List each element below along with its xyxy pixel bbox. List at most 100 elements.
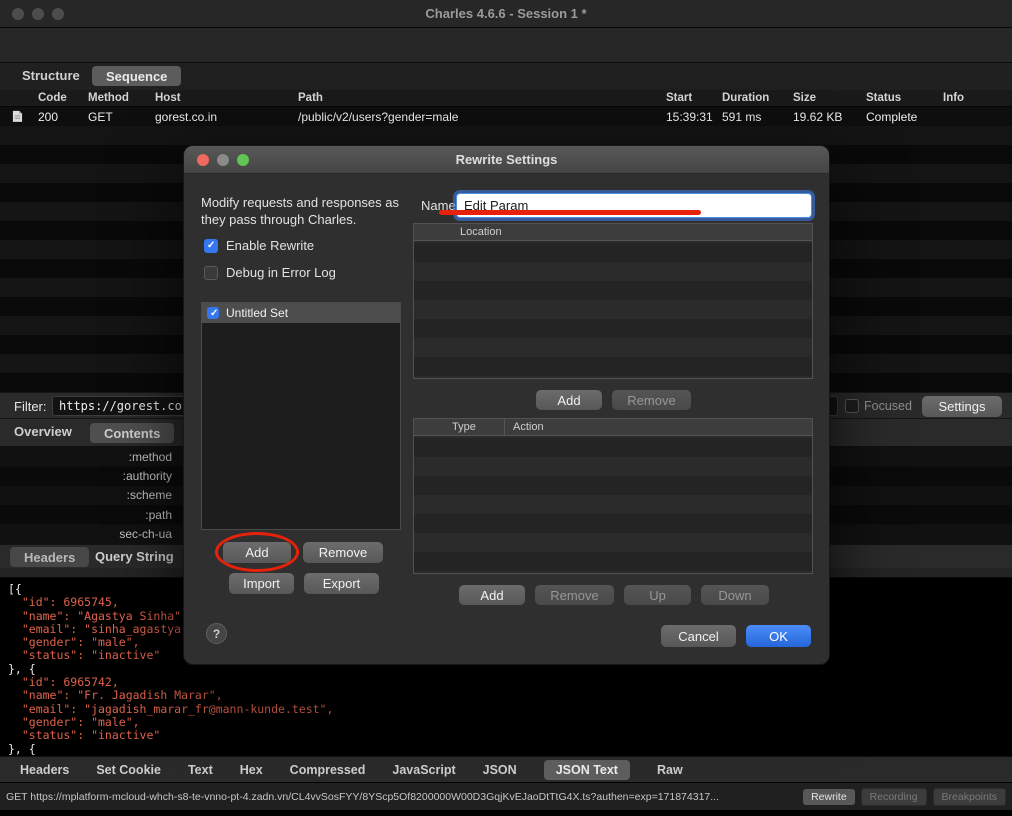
column-header-status[interactable]: Status [866,92,901,104]
rule-remove-button[interactable]: Remove [535,585,614,605]
tab-contents[interactable]: Contents [90,423,175,443]
tab-text[interactable]: Text [188,763,213,777]
help-button[interactable]: ? [206,623,227,644]
cell-status: Complete [866,110,918,124]
type-column-header: Type [414,419,505,435]
column-header-host[interactable]: Host [155,92,181,104]
import-button[interactable]: Import [229,573,294,594]
dialog-titlebar[interactable]: Rewrite Settings [184,146,829,174]
name-input[interactable] [456,193,812,218]
location-panel-header: Location [414,224,812,241]
window-titlebar: Charles 4.6.6 - Session 1 * [0,0,1012,28]
cancel-button[interactable]: Cancel [661,625,736,647]
response-tab-bar: Headers Set Cookie Text Hex Compressed J… [0,756,1012,782]
column-header-duration[interactable]: Duration [722,92,769,104]
json-line: "id": 6965742, [8,675,119,690]
tab-structure[interactable]: Structure [22,68,80,83]
debug-error-log-checkbox[interactable] [204,266,218,280]
column-header-code[interactable]: Code [38,92,67,104]
export-button[interactable]: Export [304,573,379,594]
dialog-zoom-icon[interactable] [237,154,249,166]
column-header-info[interactable]: Info [943,92,964,104]
status-request-url: GET https://mplatform-mcloud-whch-s8-te-… [6,790,720,803]
focused-checkbox[interactable] [845,399,859,413]
status-breakpoints-button[interactable]: Breakpoints [932,787,1006,806]
cell-duration: 591 ms [722,110,762,124]
tab-response-headers[interactable]: Headers [20,763,69,777]
header-name: sec-ch-ua [119,527,172,542]
column-header-path[interactable]: Path [298,92,323,104]
cell-start: 15:39:31 [666,110,713,124]
ok-button[interactable]: OK [746,625,811,647]
window-traffic-lights[interactable] [12,8,64,20]
set-enabled-checkbox[interactable] [207,307,219,319]
focused-label: Focused [864,399,912,413]
header-name: :scheme [126,488,172,503]
tab-query-string[interactable]: Query String [95,549,174,564]
dialog-minimize-icon[interactable] [217,154,229,166]
settings-button[interactable]: Settings [922,396,1002,417]
dialog-traffic-lights[interactable] [197,154,249,166]
dialog-title: Rewrite Settings [455,152,558,167]
rule-up-button[interactable]: Up [624,585,691,605]
main-toolbar [0,28,1012,82]
dialog-close-icon[interactable] [197,154,209,166]
json-line: "gender": "male", [8,714,140,729]
dialog-description: Modify requests and responses as they pa… [201,195,399,227]
header-name: :path [145,507,172,522]
location-panel[interactable]: Location [413,223,813,379]
rules-panel[interactable]: Type Action [413,418,813,574]
tab-javascript[interactable]: JavaScript [392,763,455,777]
view-tab-bar: Structure Sequence [0,63,1012,90]
list-item-untitled-set[interactable]: Untitled Set [202,303,400,323]
remove-set-button[interactable]: Remove [303,542,383,563]
cell-host: gorest.co.in [155,110,218,124]
tab-sequence[interactable]: Sequence [92,66,182,86]
zoom-window-icon[interactable] [52,8,64,20]
location-add-button[interactable]: Add [536,390,602,410]
add-set-button[interactable]: Add [223,542,291,563]
cell-path: /public/v2/users?gender=male [298,110,459,124]
column-header-method[interactable]: Method [88,92,129,104]
request-document-icon [12,110,23,123]
status-recording-button[interactable]: Recording [860,787,927,806]
action-column-header: Action [513,421,544,433]
cell-code: 200 [38,110,59,124]
tab-json-text[interactable]: JSON Text [543,759,630,780]
set-label: Untitled Set [226,306,289,320]
cell-method: GET [88,110,113,124]
tab-request-headers[interactable]: Headers [10,547,90,567]
rewrite-sets-list[interactable]: Untitled Set [201,302,401,530]
filter-label: Filter: [14,399,47,414]
location-column-header: Location [460,226,502,238]
rule-down-button[interactable]: Down [701,585,769,605]
tab-set-cookie[interactable]: Set Cookie [96,763,161,777]
debug-error-log-label: Debug in Error Log [226,265,336,280]
column-header-start[interactable]: Start [666,92,692,104]
session-table-header: Code Method Host Path Start Duration Siz… [0,90,1012,107]
rewrite-settings-dialog: Rewrite Settings Modify requests and res… [183,145,830,665]
minimize-window-icon[interactable] [32,8,44,20]
rules-panel-header: Type Action [414,419,812,436]
location-remove-button[interactable]: Remove [612,390,691,410]
json-line: }, { [8,741,36,756]
column-header-size[interactable]: Size [793,92,816,104]
table-row[interactable]: 200 GET gorest.co.in /public/v2/users?ge… [0,107,1012,126]
name-label: Name: [421,198,460,213]
enable-rewrite-label: Enable Rewrite [226,238,315,253]
rule-add-button[interactable]: Add [459,585,525,605]
status-rewrite-button[interactable]: Rewrite [803,788,855,805]
enable-rewrite-checkbox[interactable] [204,239,218,253]
json-line: "status": "inactive" [8,728,161,743]
cell-size: 19.62 KB [793,110,843,124]
close-window-icon[interactable] [12,8,24,20]
header-name: :method [128,449,172,464]
json-line: "email": "jagadish_marar_fr@mann-kunde.t… [8,701,334,716]
tab-overview[interactable]: Overview [14,424,72,439]
tab-json[interactable]: JSON [483,763,517,777]
tab-compressed[interactable]: Compressed [290,763,366,777]
json-line: "name": "Fr. Jagadish Marar", [8,688,223,703]
tab-raw[interactable]: Raw [657,763,683,777]
tab-hex[interactable]: Hex [240,763,263,777]
header-name: :authority [122,469,172,484]
